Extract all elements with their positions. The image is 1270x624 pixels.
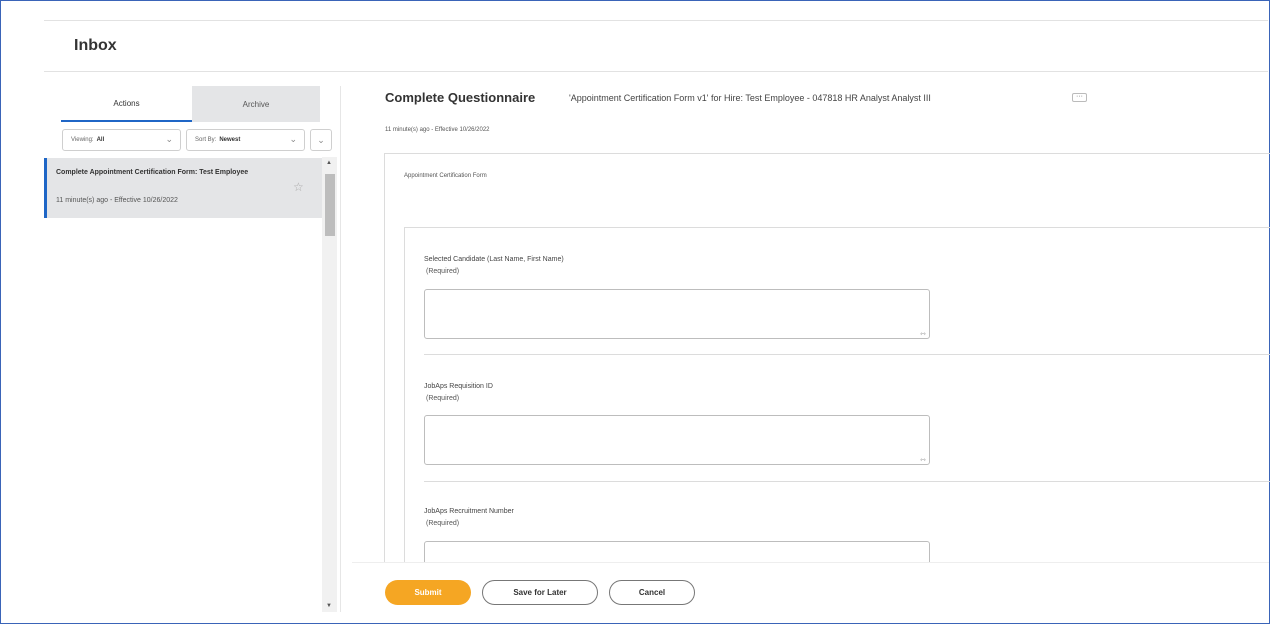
chevron-down-icon: ⌄ [289,134,297,144]
related-actions-button[interactable]: ··· [1072,93,1087,102]
question-label: JobAps Recruitment Number [424,508,514,515]
collapse-filters-button[interactable]: ⌄ [310,129,332,151]
task-title: Complete Questionnaire [385,90,536,105]
top-divider [44,20,1268,21]
star-outline-icon[interactable]: ☆ [293,180,304,194]
resize-handle-icon[interactable]: ⇿ [920,330,926,338]
questions-container [404,227,1270,573]
page-title: Inbox [74,37,117,54]
viewing-label: Viewing: [71,137,94,143]
tab-archive[interactable]: Archive [192,86,320,122]
inbox-item-meta: 11 minute(s) ago - Effective 10/26/2022 [56,197,178,204]
list-scrollbar-thumb[interactable] [325,174,335,236]
task-meta: 11 minute(s) ago - Effective 10/26/2022 [385,127,490,133]
header-divider [44,71,1268,72]
panel-divider [340,86,341,612]
sort-value: Newest [219,137,241,143]
cancel-button[interactable]: Cancel [609,580,695,605]
chevron-down-icon: ⌄ [317,134,325,145]
inbox-list-item[interactable]: Complete Appointment Certification Form:… [44,158,322,218]
chevron-down-icon: ⌄ [165,134,173,144]
selected-candidate-field[interactable] [424,289,930,339]
question-divider [424,481,1270,482]
required-label: (Required) [426,520,460,527]
required-label: (Required) [426,268,460,275]
scroll-up-arrow-icon[interactable]: ▲ [326,160,332,166]
sort-dropdown[interactable]: Sort By: Newest ⌄ [186,129,305,151]
required-label: (Required) [426,395,460,402]
sort-label: Sort By: [195,137,217,143]
question-divider [424,354,1270,355]
save-for-later-button[interactable]: Save for Later [482,580,598,605]
inbox-tabs: Archive Actions [44,86,320,122]
submit-button[interactable]: Submit [385,580,471,605]
resize-handle-icon[interactable]: ⇿ [920,456,926,464]
viewing-value: All [96,137,105,143]
inbox-item-title: Complete Appointment Certification Form:… [56,169,249,176]
question-label: JobAps Requisition ID [424,383,493,390]
viewing-dropdown[interactable]: Viewing: All ⌄ [62,129,181,151]
form-name: Appointment Certification Form [404,173,487,179]
requisition-id-field[interactable] [424,415,930,465]
tab-actions[interactable]: Actions [61,86,192,122]
task-subtitle: 'Appointment Certification Form v1' for … [569,93,931,103]
question-label: Selected Candidate (Last Name, First Nam… [424,256,564,263]
scroll-down-arrow-icon[interactable]: ▼ [326,603,332,609]
